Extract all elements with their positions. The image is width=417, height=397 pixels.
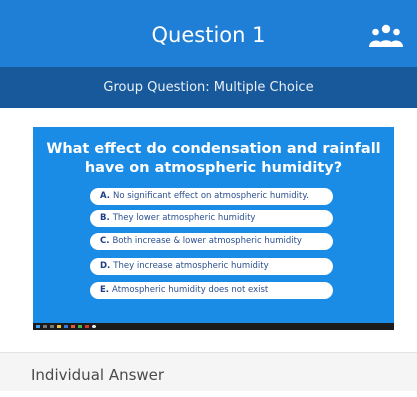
app-icon: [64, 325, 68, 328]
slide-option-e: E. Atmospheric humidity does not exist: [90, 282, 333, 299]
option-letter: B.: [100, 213, 110, 223]
task-view-icon: [50, 325, 54, 328]
section-heading: Individual Answer: [31, 366, 165, 384]
slide-option-a: A. No significant effect on atmospheric h…: [90, 188, 333, 205]
option-text: Atmospheric humidity does not exist: [112, 285, 269, 295]
slide-option-b: B. They lower atmospheric humidity: [90, 210, 333, 227]
option-text: They lower atmospheric humidity: [112, 213, 256, 223]
option-text: No significant effect on atmospheric hum…: [112, 191, 309, 201]
app-icon: [92, 325, 96, 328]
slide-taskbar: [33, 323, 394, 330]
option-letter: A.: [100, 191, 110, 201]
slide-option-d: D. They increase atmospheric humidity: [90, 258, 333, 275]
slide-question-text: What effect do condensation and rainfall…: [46, 141, 381, 176]
question-type-label: Group Question: Multiple Choice: [103, 80, 314, 95]
option-text: They increase atmospheric humidity: [113, 261, 269, 271]
option-letter: C.: [100, 236, 110, 246]
page-title: Question 1: [151, 23, 266, 47]
folder-icon: [57, 325, 61, 328]
option-text: Both increase & lower atmospheric humidi…: [112, 236, 302, 246]
question-slide-image: What effect do condensation and rainfall…: [33, 127, 394, 330]
start-icon: [36, 325, 40, 328]
header-bar: Question 1: [0, 0, 417, 67]
app-icon: [71, 325, 75, 328]
search-icon: [43, 325, 47, 328]
answer-section: Individual Answer: [0, 352, 417, 391]
app-icon: [85, 325, 89, 328]
option-letter: D.: [100, 261, 111, 271]
option-letter: E.: [100, 285, 110, 295]
app-icon: [78, 325, 82, 328]
slide-option-c: C. Both increase & lower atmospheric humi…: [90, 233, 333, 250]
group-icon[interactable]: [369, 24, 403, 48]
question-type-bar: Group Question: Multiple Choice: [0, 67, 417, 108]
